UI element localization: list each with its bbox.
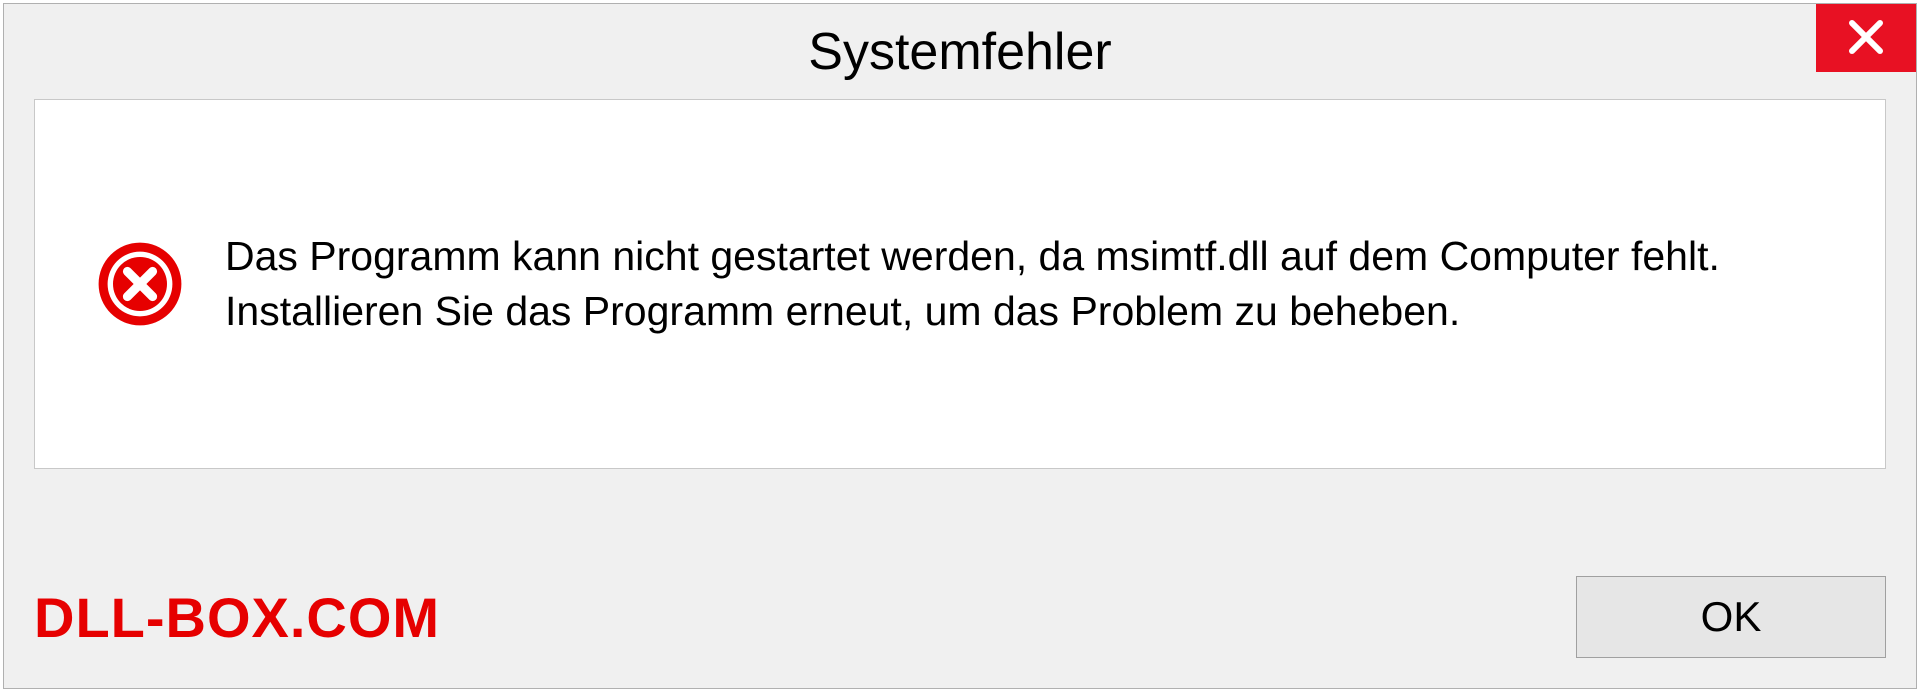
close-icon — [1846, 17, 1886, 60]
content-panel: Das Programm kann nicht gestartet werden… — [34, 99, 1886, 469]
watermark-text: DLL-BOX.COM — [34, 585, 440, 650]
dialog-title: Systemfehler — [808, 22, 1111, 82]
titlebar: Systemfehler — [4, 4, 1916, 99]
error-icon — [95, 239, 185, 329]
ok-button[interactable]: OK — [1576, 576, 1886, 658]
close-button[interactable] — [1816, 4, 1916, 72]
dialog-footer: DLL-BOX.COM OK — [34, 576, 1886, 658]
error-message: Das Programm kann nicht gestartet werden… — [225, 229, 1825, 340]
error-dialog: Systemfehler Das Programm kann nicht ges… — [3, 3, 1917, 689]
